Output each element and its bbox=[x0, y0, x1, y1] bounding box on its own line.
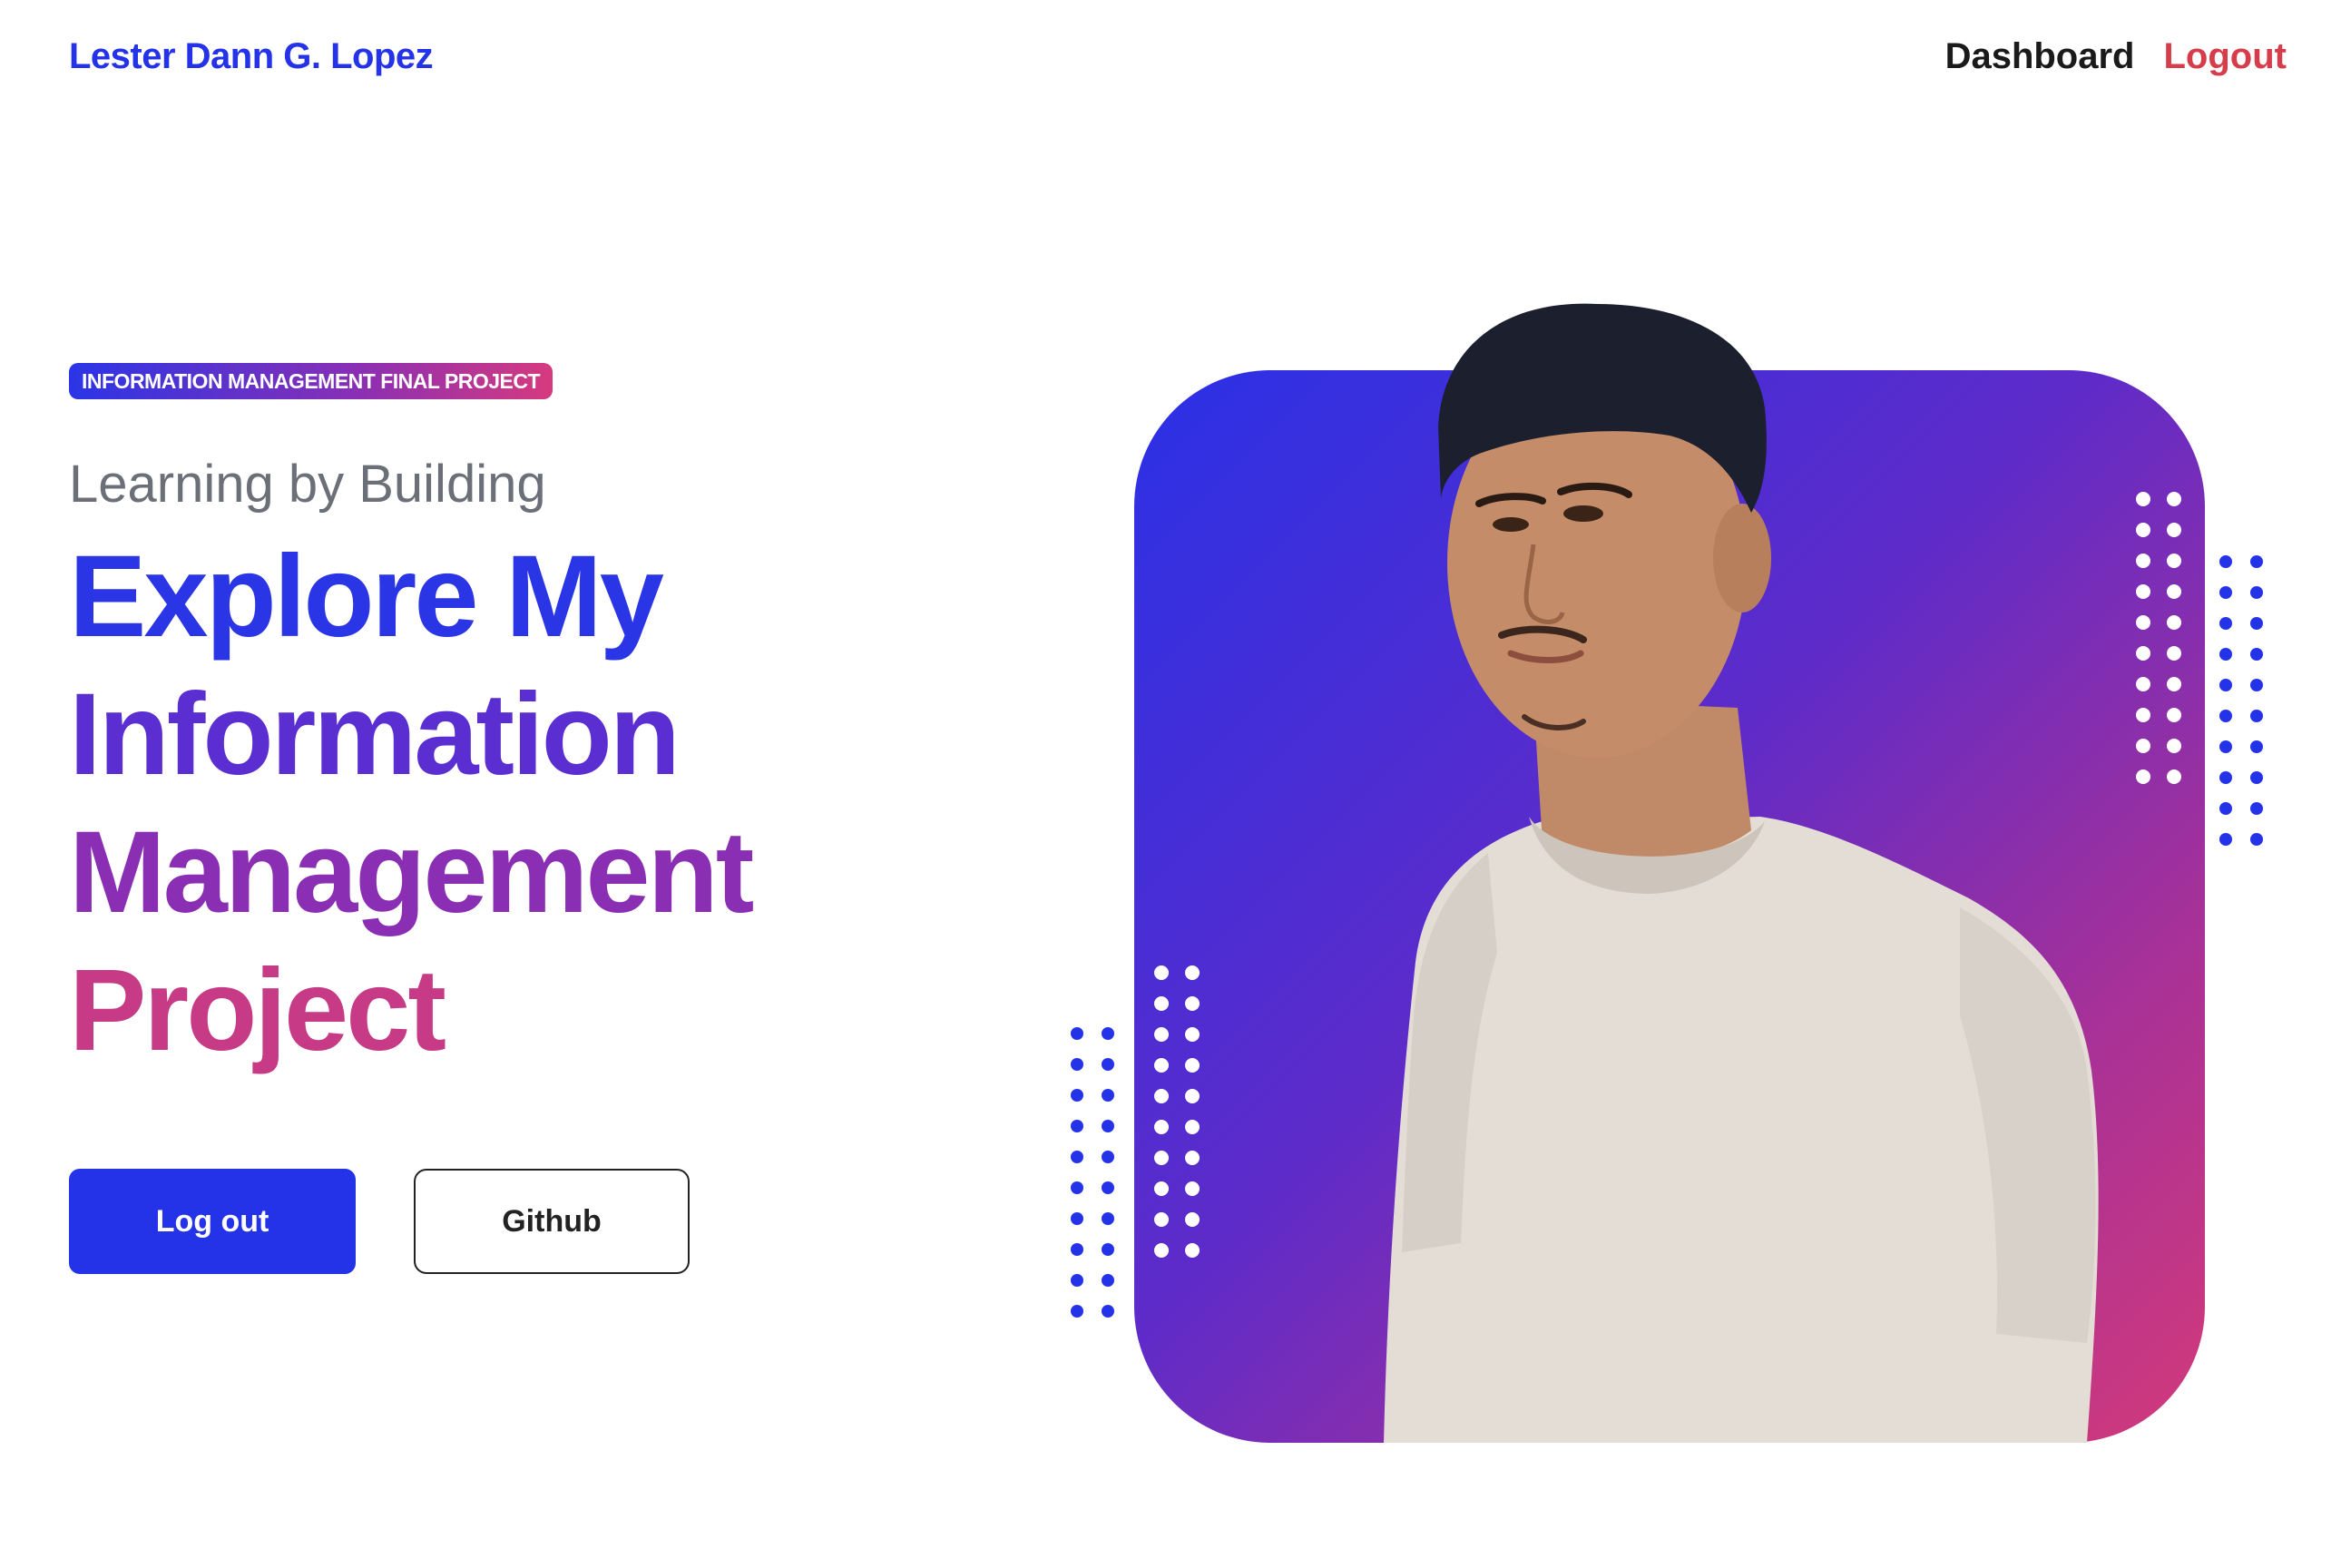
nav-dashboard-link[interactable]: Dashboard bbox=[1945, 36, 2135, 77]
decorative-dots-bottom-left bbox=[1154, 965, 1200, 1258]
headline-line-1: Explore My bbox=[69, 532, 664, 662]
headline-line-3: Management bbox=[69, 808, 754, 937]
top-nav: Dashboard Logout bbox=[1945, 36, 2287, 77]
decorative-dots-top-right bbox=[2136, 492, 2181, 784]
hero-headline: Explore My Information Management Projec… bbox=[69, 528, 754, 1080]
logout-button[interactable]: Log out bbox=[69, 1169, 356, 1274]
decorative-dots-right-outside bbox=[2219, 555, 2263, 846]
headline-line-2: Information bbox=[69, 670, 681, 799]
brand-logo-text[interactable]: Lester Dann G. Lopez bbox=[69, 36, 434, 77]
decorative-dots-left-outside bbox=[1071, 1027, 1114, 1318]
nav-logout-link[interactable]: Logout bbox=[2164, 36, 2287, 77]
project-badge: INFORMATION MANAGEMENT FINAL PROJECT bbox=[69, 363, 553, 399]
github-button[interactable]: Github bbox=[414, 1169, 690, 1274]
hero-gradient-card bbox=[1134, 370, 2205, 1443]
hero-subtitle: Learning by Building bbox=[69, 455, 546, 514]
headline-line-4: Project bbox=[69, 946, 446, 1075]
